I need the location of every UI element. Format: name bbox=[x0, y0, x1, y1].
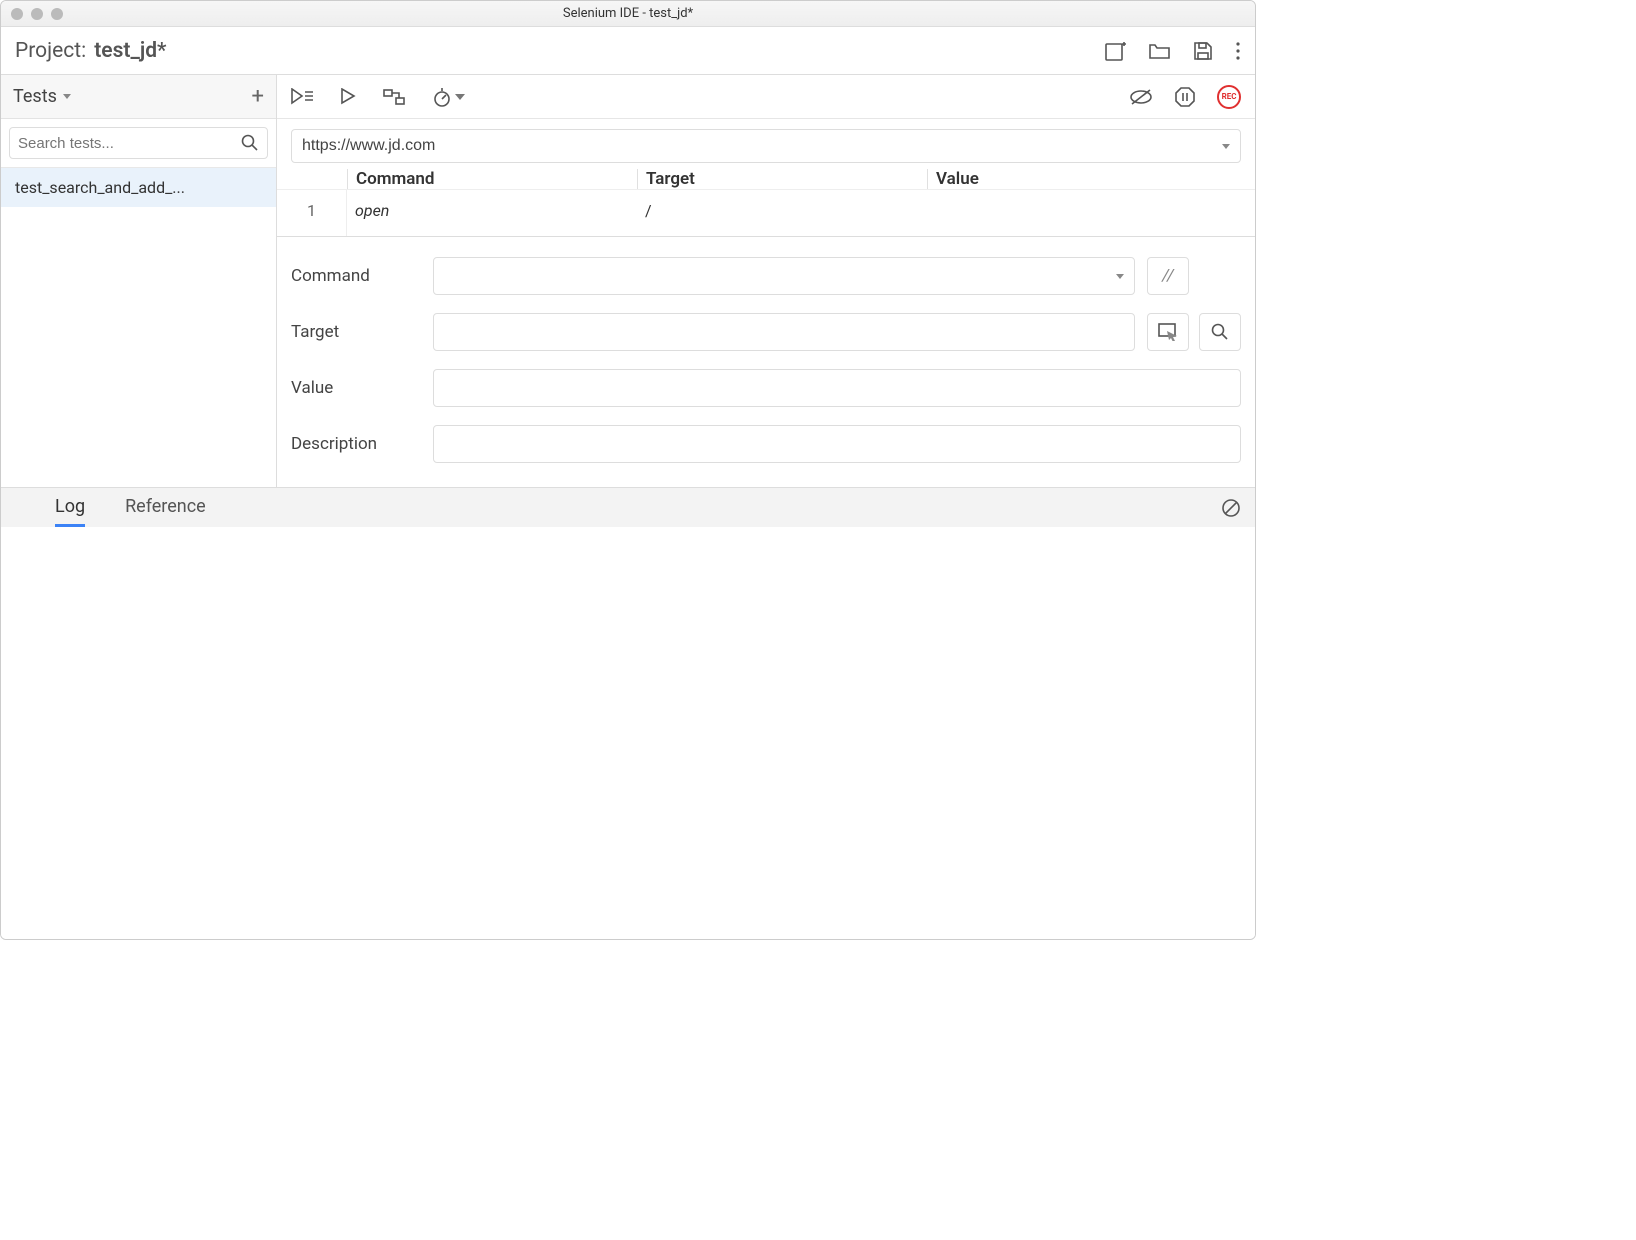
titlebar: Selenium IDE - test_jd* bbox=[1, 1, 1255, 27]
editor-value-input[interactable] bbox=[433, 369, 1241, 407]
row-command: open bbox=[347, 201, 637, 220]
footer-tabs: Log Reference bbox=[1, 487, 1255, 527]
tests-sidebar: Tests + test_search_and_add_... bbox=[1, 75, 277, 487]
step-icon[interactable] bbox=[383, 88, 407, 106]
sidebar-heading: Tests bbox=[13, 86, 57, 107]
command-row[interactable]: 1open/ bbox=[277, 190, 1255, 230]
search-tests-box[interactable] bbox=[9, 127, 268, 159]
select-target-icon[interactable] bbox=[1147, 313, 1189, 351]
row-number: 1 bbox=[277, 190, 347, 230]
project-name: test_jd* bbox=[94, 39, 166, 63]
speed-icon[interactable] bbox=[433, 87, 465, 107]
find-target-icon[interactable] bbox=[1199, 313, 1241, 351]
run-current-icon[interactable] bbox=[341, 88, 357, 106]
tests-dropdown[interactable]: Tests bbox=[13, 86, 71, 107]
editor-command-label: Command bbox=[291, 266, 421, 286]
command-grid-body[interactable]: 1open/2set window size1280x7223mouse ove… bbox=[277, 190, 1255, 236]
main-panel: REC Command Target Value 1open/2set wind… bbox=[277, 75, 1255, 487]
run-toolbar: REC bbox=[277, 75, 1255, 119]
command-editor: Command // Target Value bbox=[277, 236, 1255, 487]
new-project-icon[interactable] bbox=[1105, 41, 1127, 61]
editor-description-label: Description bbox=[291, 434, 421, 454]
open-project-icon[interactable] bbox=[1149, 42, 1171, 60]
editor-target-input[interactable] bbox=[433, 313, 1135, 351]
log-panel bbox=[1, 527, 1255, 939]
record-button[interactable]: REC bbox=[1217, 85, 1241, 109]
window-title: Selenium IDE - test_jd* bbox=[1, 6, 1255, 21]
clear-log-icon[interactable] bbox=[1221, 498, 1241, 518]
editor-target-label: Target bbox=[291, 322, 421, 342]
project-bar: Project: test_jd* bbox=[1, 27, 1255, 75]
run-all-icon[interactable] bbox=[291, 88, 315, 106]
record-label: REC bbox=[1222, 92, 1237, 101]
test-list-item[interactable]: test_search_and_add_... bbox=[1, 168, 276, 207]
project-label: Project: bbox=[15, 39, 86, 63]
chevron-down-icon bbox=[63, 94, 71, 99]
base-url-input[interactable] bbox=[302, 137, 1214, 155]
command-grid-header: Command Target Value bbox=[277, 169, 1255, 190]
chevron-down-icon bbox=[455, 94, 465, 100]
chevron-down-icon[interactable] bbox=[1116, 274, 1124, 279]
save-project-icon[interactable] bbox=[1193, 41, 1213, 61]
header-value: Value bbox=[927, 169, 1255, 189]
row-target: / bbox=[637, 201, 927, 220]
base-url-box[interactable] bbox=[291, 129, 1241, 163]
app-window: Selenium IDE - test_jd* Project: test_jd… bbox=[0, 0, 1256, 940]
add-test-button[interactable]: + bbox=[252, 84, 264, 109]
toggle-comment-button[interactable]: // bbox=[1147, 257, 1189, 295]
chevron-down-icon[interactable] bbox=[1222, 144, 1230, 149]
footer-tab-log[interactable]: Log bbox=[55, 488, 85, 527]
search-icon bbox=[241, 134, 259, 152]
editor-value-label: Value bbox=[291, 378, 421, 398]
editor-command-input[interactable] bbox=[433, 257, 1135, 295]
footer-tab-reference[interactable]: Reference bbox=[125, 488, 206, 527]
pause-on-exceptions-icon[interactable] bbox=[1175, 87, 1195, 107]
header-command: Command bbox=[347, 169, 637, 189]
editor-description-input[interactable] bbox=[433, 425, 1241, 463]
more-menu-icon[interactable] bbox=[1235, 41, 1241, 61]
disable-breakpoints-icon[interactable] bbox=[1129, 87, 1153, 107]
search-input[interactable] bbox=[18, 135, 235, 152]
header-target: Target bbox=[637, 169, 927, 189]
